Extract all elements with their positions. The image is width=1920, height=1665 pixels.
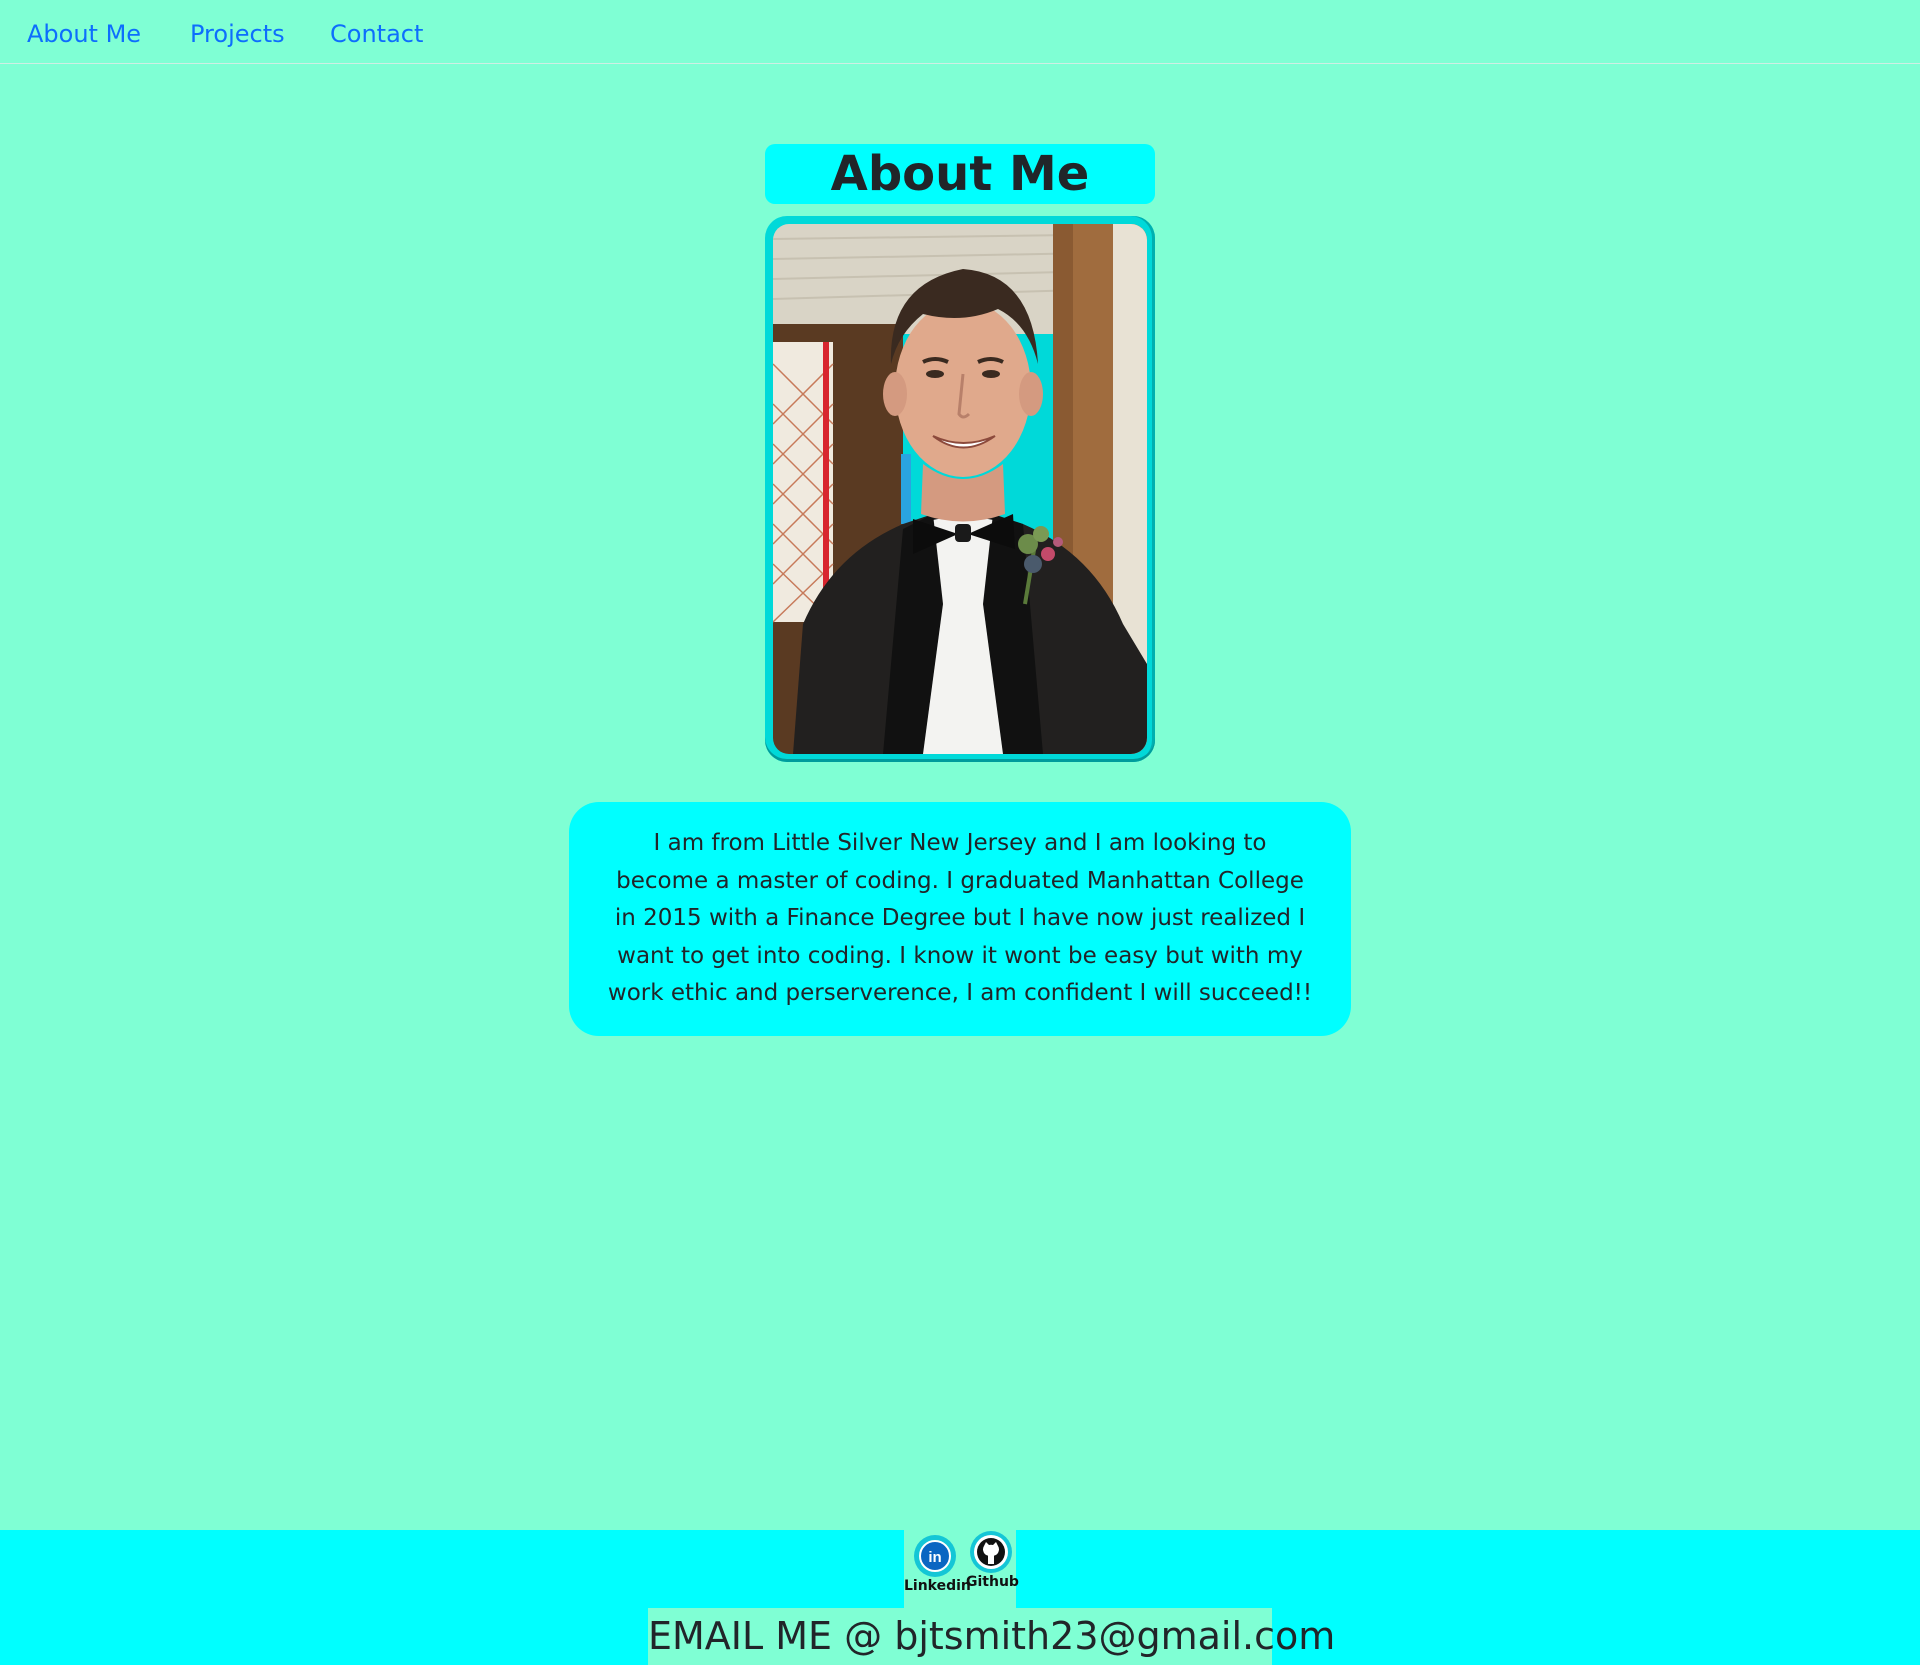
social-links: in Linkedin Github — [904, 1530, 1019, 1608]
nav-link-projects[interactable]: Projects — [190, 18, 285, 50]
github-label: Github — [966, 1574, 1019, 1590]
bio-text: I am from Little Silver New Jersey and I… — [569, 802, 1351, 1036]
top-nav: About Me Projects Contact — [0, 0, 1920, 64]
footer: in Linkedin Github EMAIL ME @ bjtsmith23… — [0, 1530, 1920, 1665]
github-icon — [969, 1530, 1013, 1574]
email-text: EMAIL ME @ bjtsmith23@gmail.com — [648, 1608, 1335, 1665]
linkedin-icon: in — [913, 1534, 957, 1578]
linkedin-link[interactable]: in Linkedin — [904, 1534, 971, 1594]
nav-link-contact[interactable]: Contact — [330, 18, 423, 50]
svg-text:in: in — [928, 1549, 941, 1566]
linkedin-label: Linkedin — [904, 1578, 971, 1594]
nav-link-about-me[interactable]: About Me — [27, 18, 141, 50]
page-title: About Me — [765, 144, 1155, 204]
profile-photo — [773, 224, 1147, 754]
profile-photo-frame — [765, 216, 1155, 762]
github-link[interactable]: Github — [966, 1530, 1019, 1590]
